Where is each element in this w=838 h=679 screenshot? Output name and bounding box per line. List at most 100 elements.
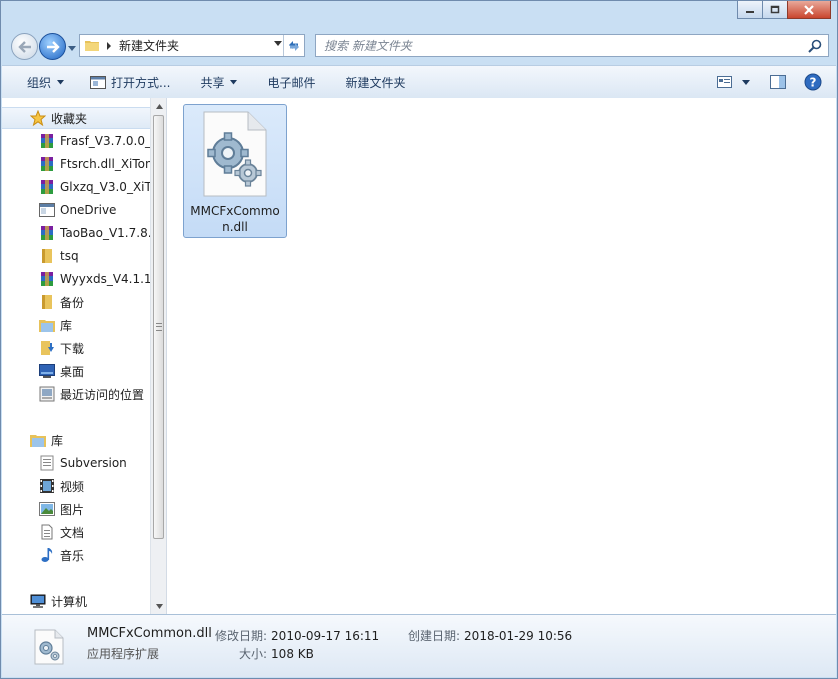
share-button[interactable]: 共享 (192, 70, 245, 94)
chevron-down-icon (68, 46, 76, 51)
breadcrumb-current[interactable]: 新建文件夹 (119, 37, 179, 54)
new-folder-button[interactable]: 新建文件夹 (338, 70, 414, 94)
search-input[interactable]: 搜索 新建文件夹 (324, 37, 412, 54)
sidebar-item-recent-places[interactable]: 最近访问的位置 (2, 383, 150, 405)
details-file-name: MMCFxCommon.dll (87, 626, 212, 641)
refresh-button[interactable] (283, 35, 304, 56)
computer-icon (30, 593, 46, 609)
sidebar-item-label: 桌面 (60, 364, 85, 379)
sidebar-item-label: 最近访问的位置 (60, 387, 145, 402)
search-icon[interactable] (808, 39, 822, 53)
modified-label: 修改日期: (215, 629, 268, 643)
sidebar-item-ftsrch[interactable]: Ftsrch.dll_XiTongZhiJia (2, 153, 150, 175)
folder-icon (85, 41, 99, 51)
library-icon (30, 432, 46, 448)
scroll-up-button[interactable] (151, 98, 167, 114)
organize-button[interactable]: 组织 (19, 70, 72, 94)
grip-icon (155, 323, 162, 331)
view-options-dropdown[interactable] (736, 70, 756, 94)
file-item[interactable]: MMCFxCommon.dll (183, 104, 287, 238)
sidebar-item-label: 下载 (60, 341, 85, 356)
new-folder-label: 新建文件夹 (345, 75, 406, 90)
help-button[interactable]: ? (798, 70, 828, 94)
close-button[interactable] (787, 1, 831, 19)
onedrive-icon (39, 202, 55, 218)
preview-pane-button[interactable] (764, 70, 792, 94)
command-bar: 组织 打开方式... 共享 电子邮件 新建文件夹 ? (2, 65, 836, 99)
chevron-down-icon (274, 41, 282, 46)
sidebar-item-computer[interactable]: 计算机 (2, 590, 150, 612)
chevron-down-icon (230, 79, 238, 84)
recent-pages-dropdown[interactable] (68, 41, 76, 55)
sidebar-item-pictures[interactable]: 图片 (2, 498, 150, 520)
subversion-icon (39, 455, 55, 471)
sidebar-item-label: 文档 (60, 525, 85, 540)
email-button[interactable]: 电子邮件 (259, 70, 323, 94)
chevron-up-icon (155, 103, 163, 109)
preview-pane-icon (770, 75, 786, 89)
sidebar-item-label: OneDrive (60, 203, 117, 217)
sidebar-item-wyyxds[interactable]: Wyyxds_V4.1.1.0_XiTongZhiJia (2, 268, 150, 290)
sidebar-item-frasf[interactable]: Frasf_V3.7.0.0_XiTongZhiJia (2, 130, 150, 152)
search-box[interactable]: 搜索 新建文件夹 (315, 34, 829, 57)
breadcrumb-separator-icon (107, 41, 111, 50)
star-icon (30, 110, 46, 126)
created-value: 2018-01-29 10:56 (464, 629, 573, 643)
sidebar-item-library-shortcut[interactable]: 库 (2, 314, 150, 336)
minimize-icon (746, 10, 754, 13)
explorer-window: 新建文件夹 搜索 新建文件夹 组织 打开方式... 共享 电子邮件 新建文件夹 … (0, 0, 838, 679)
address-history-dropdown[interactable] (274, 40, 282, 50)
sidebar-item-documents[interactable]: 文档 (2, 521, 150, 543)
minimize-button[interactable] (737, 1, 763, 19)
winrar-icon (39, 271, 55, 287)
sidebar-item-label: 图片 (60, 502, 85, 517)
size-value: 108 KB (271, 647, 314, 661)
back-button[interactable] (11, 33, 38, 60)
sidebar-item-taobao[interactable]: TaoBao_V1.7.8.0_XiTongZhiJia (2, 222, 150, 244)
sidebar-item-videos[interactable]: 视频 (2, 475, 150, 497)
sidebar-item-onedrive[interactable]: OneDrive (2, 199, 150, 221)
documents-icon (39, 524, 55, 540)
file-list-pane[interactable]: MMCFxCommon.dll (167, 98, 836, 614)
organize-label: 组织 (27, 75, 52, 90)
navigation-scrollbar[interactable] (150, 98, 167, 614)
folder-icon (39, 294, 55, 310)
sidebar-item-label: Frasf_V3.7.0.0_XiTongZhiJia (60, 134, 150, 148)
sidebar-item-label: tsq (60, 249, 79, 263)
details-file-type: 应用程序扩展 (87, 647, 160, 661)
open-with-button[interactable]: 打开方式... (82, 70, 178, 94)
details-modified: 修改日期: 2010-09-17 16:11 (215, 627, 379, 644)
sidebar-item-glxzq[interactable]: Glxzq_V3.0_XiTongZhiJia (2, 176, 150, 198)
sidebar-item-label: Glxzq_V3.0_XiTongZhiJia (60, 180, 150, 194)
sidebar-item-libraries[interactable]: 库 (2, 429, 150, 451)
desktop-icon (39, 363, 55, 379)
forward-button[interactable] (39, 33, 66, 60)
address-bar[interactable]: 新建文件夹 (79, 34, 305, 57)
sidebar-item-backup[interactable]: 备份 (2, 291, 150, 313)
sidebar-item-label: 库 (51, 433, 64, 448)
maximize-icon (770, 5, 780, 14)
sidebar-item-subversion[interactable]: Subversion (2, 452, 150, 474)
video-icon (39, 478, 55, 494)
modified-value: 2010-09-17 16:11 (271, 629, 380, 643)
maximize-button[interactable] (762, 1, 788, 19)
dll-gear-icon (203, 111, 267, 197)
sidebar-item-favorites[interactable]: 收藏夹 (2, 107, 150, 129)
dll-gear-icon (34, 629, 64, 665)
sidebar-item-label: 备份 (60, 295, 85, 310)
chevron-down-icon (155, 603, 163, 609)
scroll-down-button[interactable] (151, 598, 167, 614)
sidebar-item-music[interactable]: 音乐 (2, 544, 150, 566)
chevron-down-icon (57, 79, 65, 84)
help-icon: ? (804, 73, 822, 91)
sidebar-item-label: TaoBao_V1.7.8.0_XiTongZhiJia (60, 226, 150, 240)
sidebar-item-downloads[interactable]: 下载 (2, 337, 150, 359)
file-name: MMCFxCommon.dll (190, 204, 280, 234)
sidebar-item-desktop[interactable]: 桌面 (2, 360, 150, 382)
sidebar-item-label: 库 (60, 318, 73, 333)
change-view-button[interactable] (713, 70, 736, 94)
open-with-icon (90, 75, 107, 89)
details-pane: MMCFxCommon.dll 应用程序扩展 修改日期: 2010-09-17 1… (2, 614, 836, 677)
scrollbar-thumb[interactable] (153, 115, 164, 539)
sidebar-item-tsq[interactable]: tsq (2, 245, 150, 267)
